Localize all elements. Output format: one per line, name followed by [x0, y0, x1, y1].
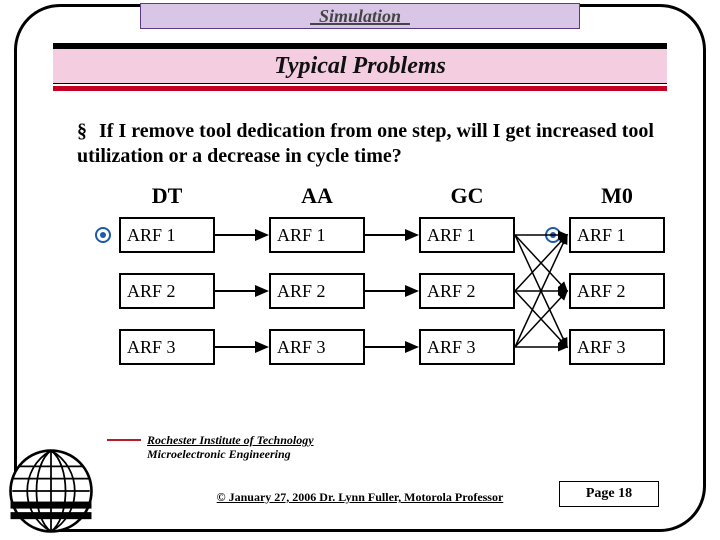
col-header-3: M0: [567, 183, 667, 209]
page-number-box: Page 18: [559, 481, 659, 507]
slide-header: Simulation: [140, 3, 580, 29]
slide-frame: Simulation Typical Problems §If I remove…: [14, 4, 706, 532]
footer-accent-rule: [107, 439, 141, 441]
copyright-text: © January 27, 2006 Dr. Lynn Fuller, Moto…: [217, 490, 504, 504]
arrows-layer: [77, 217, 677, 387]
header-underline: [310, 23, 410, 25]
bullet-body: If I remove tool dedication from one ste…: [77, 120, 654, 167]
title-block: Typical Problems: [53, 43, 667, 91]
title-text: Typical Problems: [53, 48, 667, 84]
footer-institution: Rochester Institute of Technology Microe…: [147, 433, 314, 462]
page-number: Page 18: [586, 486, 632, 501]
diagram-grid: ARF 1 ARF 2 ARF 3 ARF 1 ARF 2 ARF 3 ARF …: [77, 217, 677, 417]
institution-line2: Microelectronic Engineering: [147, 447, 291, 461]
bullet-symbol: §: [77, 119, 99, 144]
title-rule-bottom: [53, 86, 667, 91]
institution-line1: Rochester Institute of Technology: [147, 433, 314, 447]
col-header-1: AA: [267, 183, 367, 209]
col-header-2: GC: [417, 183, 517, 209]
bullet-paragraph: §If I remove tool dedication from one st…: [77, 119, 655, 169]
globe-icon: [7, 447, 95, 535]
col-header-0: DT: [117, 183, 217, 209]
